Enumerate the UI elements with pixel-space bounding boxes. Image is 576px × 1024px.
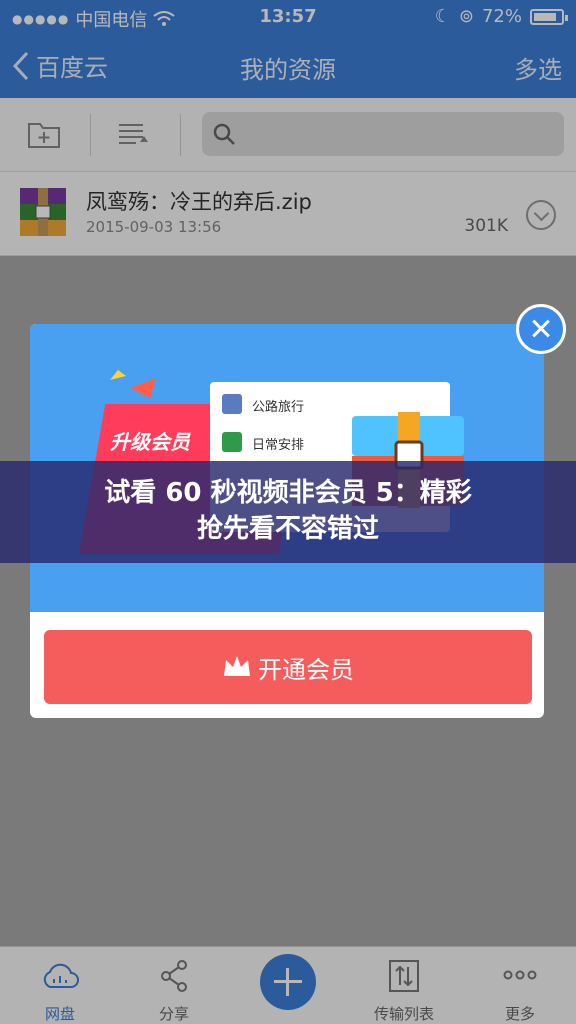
- tab-label: 网盘: [44, 1005, 75, 1023]
- cta-label: 开通会员: [258, 655, 354, 684]
- list-item-label: 日常安排: [252, 438, 305, 453]
- share-icon: [161, 960, 187, 992]
- tab-share[interactable]: 分享: [124, 959, 224, 1024]
- confetti-icon: [110, 370, 126, 380]
- crown-icon: [224, 656, 250, 676]
- tab-label: 传输列表: [373, 1005, 434, 1023]
- sticker-text: 升级会员: [110, 430, 190, 454]
- tab-bar: 网盘 分享 传输列表 更多: [0, 946, 576, 1024]
- tab-label: 更多: [504, 1005, 535, 1023]
- caption-line-1: 试看 60 秒视频非会员 5：精彩: [104, 478, 472, 508]
- add-button[interactable]: [260, 954, 316, 1010]
- cloud-icon: [43, 963, 79, 988]
- tab-more[interactable]: 更多: [470, 959, 570, 1024]
- activate-membership-button[interactable]: 开通会员: [44, 630, 532, 704]
- list-item-label: 公路旅行: [252, 400, 305, 415]
- video-file-icon: [222, 394, 242, 414]
- transfer-icon: [389, 960, 419, 992]
- close-icon[interactable]: [516, 304, 566, 354]
- caption-strip: 试看 60 秒视频非会员 5：精彩 抢先看不容错过: [0, 461, 576, 563]
- excel-file-icon: [222, 432, 242, 452]
- caption-line-2: 抢先看不容错过: [196, 514, 379, 544]
- more-icon: [503, 970, 537, 980]
- confetti-icon: [130, 378, 156, 398]
- modal-backdrop: [0, 0, 576, 256]
- tab-cloud-drive[interactable]: 网盘: [10, 959, 110, 1024]
- tab-transfers[interactable]: 传输列表: [354, 959, 454, 1024]
- tab-label: 分享: [158, 1005, 189, 1023]
